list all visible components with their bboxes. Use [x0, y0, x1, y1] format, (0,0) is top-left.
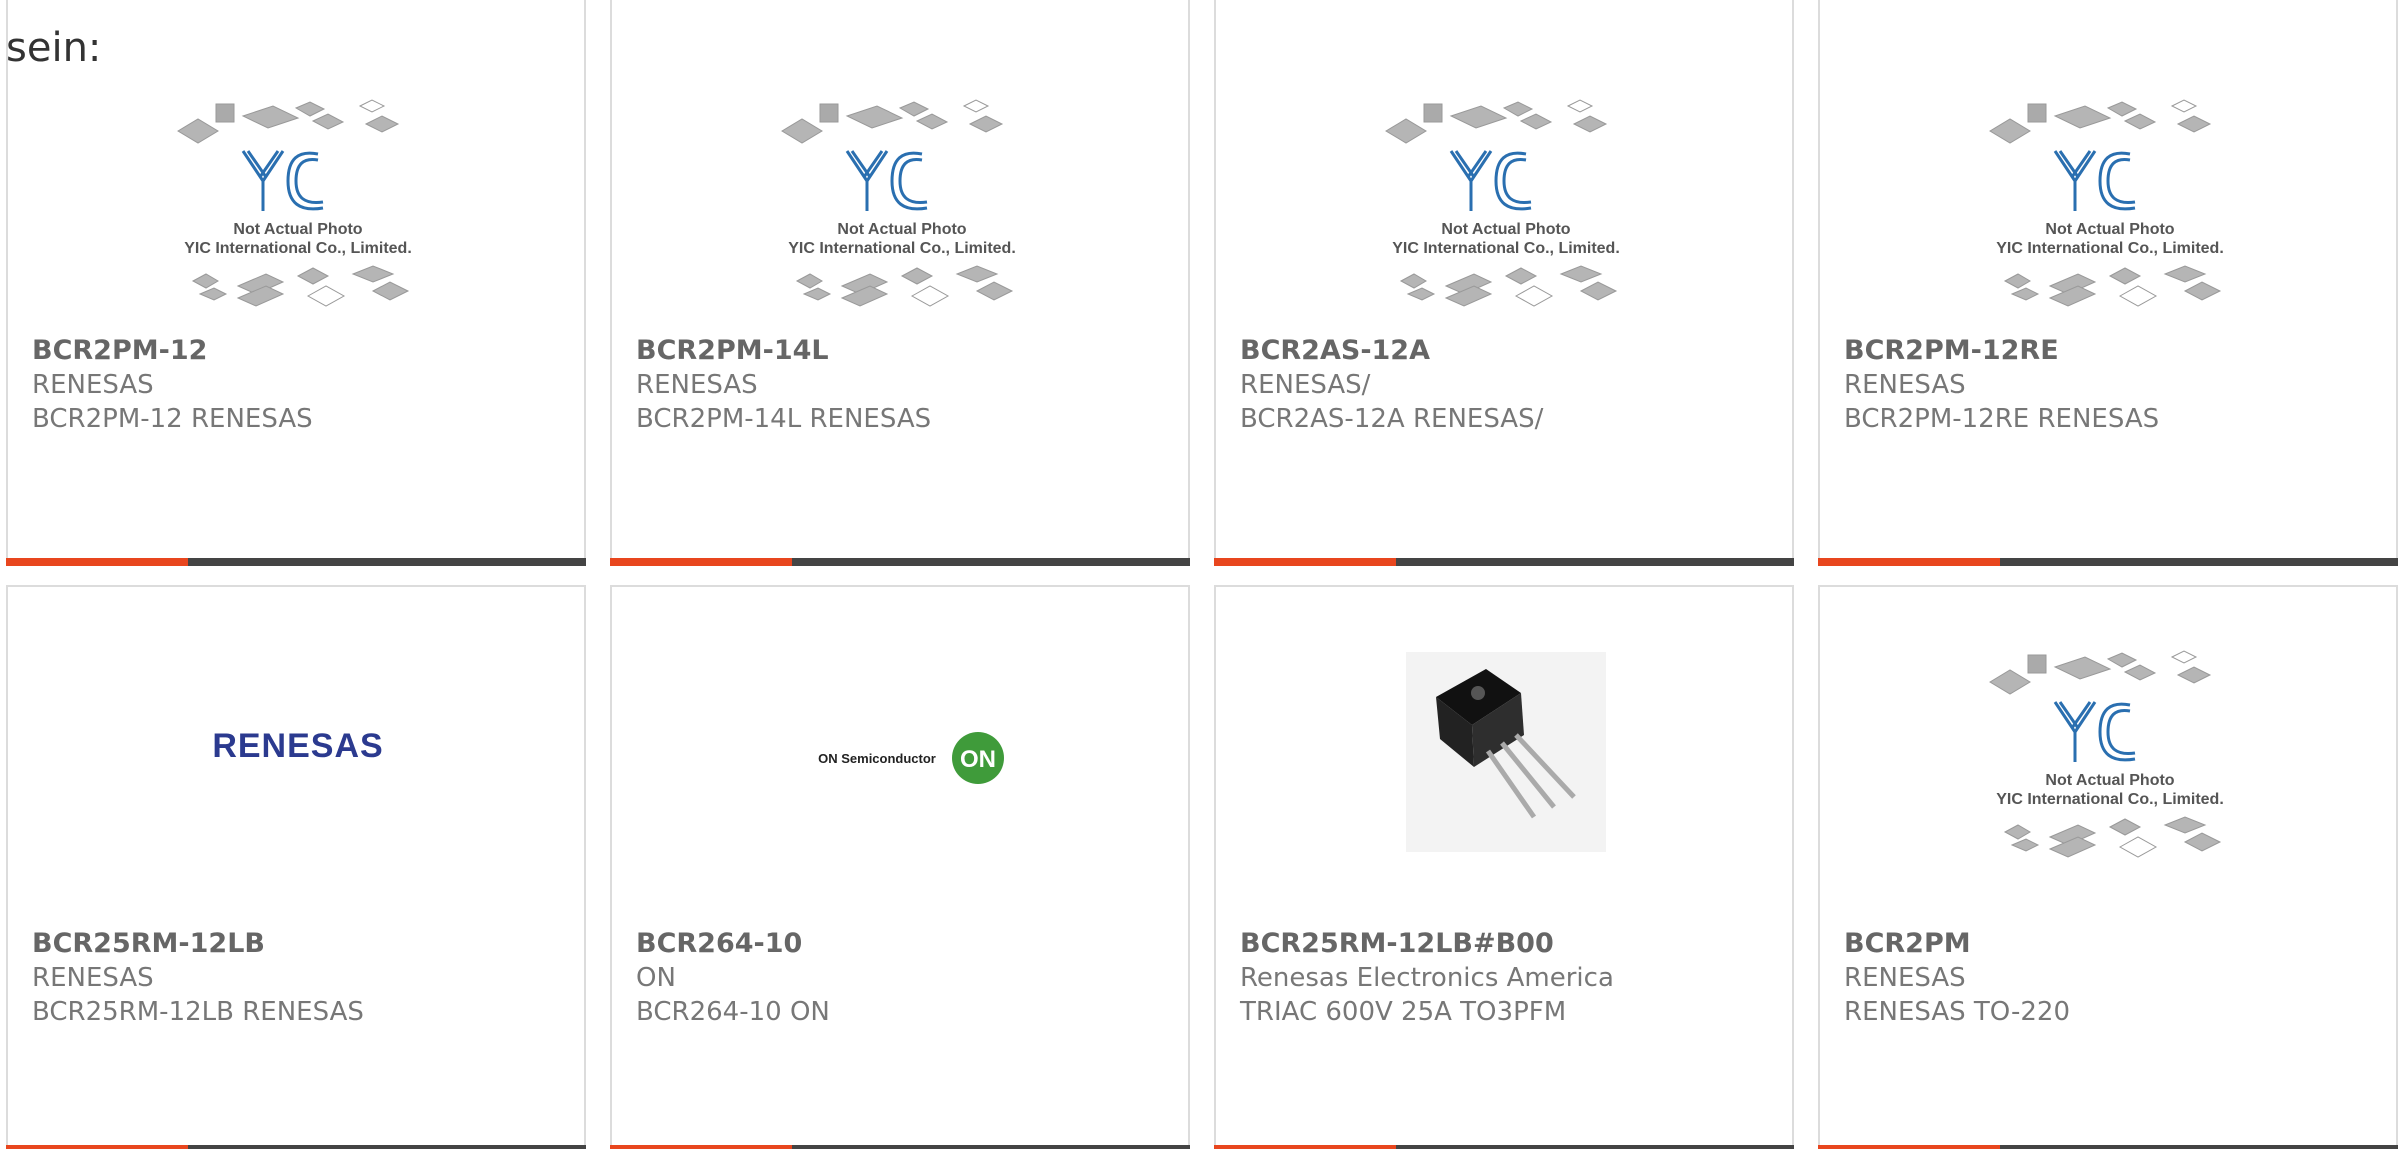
manufacturer: RENESAS: [32, 370, 154, 400]
manufacturer: RENESAS: [636, 370, 758, 400]
manufacturer: RENESAS/: [1240, 370, 1371, 400]
product-info: BCR2PM RENESAS RENESAS TO-220: [1844, 927, 2386, 1029]
description: RENESAS TO-220: [1844, 997, 2070, 1027]
part-number-link[interactable]: BCR25RM-12LB: [32, 927, 574, 961]
description: TRIAC 600V 25A TO3PFM: [1240, 997, 1567, 1027]
part-number-link[interactable]: BCR25RM-12LB#B00: [1240, 927, 1782, 961]
placeholder-line2: YIC International Co., Limited.: [1996, 240, 2224, 257]
card-stripe: [1818, 558, 2398, 566]
on-semi-logo-text: ON Semiconductor: [818, 751, 936, 766]
description: BCR2PM-14L RENESAS: [636, 404, 932, 434]
manufacturer: RENESAS: [1844, 370, 1966, 400]
description: BCR2PM-12 RENESAS: [32, 404, 313, 434]
part-number-link[interactable]: BCR2AS-12A: [1240, 334, 1782, 368]
placeholder-line1: Not Actual Photo: [837, 221, 966, 238]
product-info: BCR25RM-12LB RENESAS BCR25RM-12LB RENESA…: [32, 927, 574, 1029]
description: BCR2AS-12A RENESAS/: [1240, 404, 1544, 434]
placeholder-line2: YIC International Co., Limited.: [1392, 240, 1620, 257]
placeholder-line2: YIC International Co., Limited.: [184, 240, 412, 257]
yic-placeholder-image[interactable]: Not Actual Photo YIC International Co., …: [1960, 76, 2260, 336]
description: BCR25RM-12LB RENESAS: [32, 997, 364, 1027]
to3p-package-photo[interactable]: [1356, 627, 1656, 887]
placeholder-line1: Not Actual Photo: [2045, 772, 2174, 789]
yic-placeholder-image[interactable]: Not Actual Photo YIC International Co., …: [752, 76, 1052, 336]
product-info: BCR2AS-12A RENESAS/ BCR2AS-12A RENESAS/: [1240, 334, 1782, 436]
product-info: BCR2PM-12 RENESAS BCR2PM-12 RENESAS: [32, 334, 574, 436]
card-stripe: [1214, 558, 1794, 566]
product-card[interactable]: BCR25RM-12LB#B00 Renesas Electronics Ame…: [1214, 585, 1794, 1149]
placeholder-line2: YIC International Co., Limited.: [788, 240, 1016, 257]
part-number-link[interactable]: BCR2PM: [1844, 927, 2386, 961]
description: BCR264-10 ON: [636, 997, 830, 1027]
yic-placeholder-image[interactable]: Not Actual Photo YIC International Co., …: [148, 76, 448, 336]
card-stripe: [610, 558, 1190, 566]
product-card[interactable]: ON Semiconductor ON BCR264-10 ON BCR264-…: [610, 585, 1190, 1149]
manufacturer: ON: [636, 963, 676, 993]
placeholder-line1: Not Actual Photo: [1441, 221, 1570, 238]
product-grid-page: sein: Not Actual Photo YIC International…: [0, 0, 2400, 1149]
renesas-logo[interactable]: RENESAS: [148, 627, 448, 887]
manufacturer: RENESAS: [32, 963, 154, 993]
intro-text: sein:: [6, 25, 102, 71]
manufacturer: RENESAS: [1844, 963, 1966, 993]
placeholder-line2: YIC International Co., Limited.: [1996, 791, 2224, 808]
part-number-link[interactable]: BCR2PM-14L: [636, 334, 1178, 368]
renesas-logo-text: RENESAS: [212, 727, 383, 765]
yic-placeholder-image[interactable]: Not Actual Photo YIC International Co., …: [1356, 76, 1656, 336]
product-card[interactable]: Not Actual Photo YIC International Co., …: [610, 0, 1190, 566]
product-info: BCR2PM-12RE RENESAS BCR2PM-12RE RENESAS: [1844, 334, 2386, 436]
card-stripe: [1818, 1145, 2398, 1149]
product-card[interactable]: Not Actual Photo YIC International Co., …: [1818, 0, 2398, 566]
on-semi-logo[interactable]: ON Semiconductor ON: [752, 627, 1052, 887]
card-stripe: [610, 1145, 1190, 1149]
product-card[interactable]: Not Actual Photo YIC International Co., …: [1818, 585, 2398, 1149]
card-stripe: [6, 1145, 586, 1149]
product-card[interactable]: Not Actual Photo YIC International Co., …: [1214, 0, 1794, 566]
product-card[interactable]: RENESAS BCR25RM-12LB RENESAS BCR25RM-12L…: [6, 585, 586, 1149]
manufacturer: Renesas Electronics America: [1240, 963, 1614, 993]
card-stripe: [1214, 1145, 1794, 1149]
card-stripe: [6, 558, 586, 566]
part-number-link[interactable]: BCR264-10: [636, 927, 1178, 961]
yic-placeholder-image[interactable]: Not Actual Photo YIC International Co., …: [1960, 627, 2260, 887]
placeholder-line1: Not Actual Photo: [233, 221, 362, 238]
product-info: BCR264-10 ON BCR264-10 ON: [636, 927, 1178, 1029]
on-badge-text: ON: [960, 746, 996, 773]
part-number-link[interactable]: BCR2PM-12: [32, 334, 574, 368]
description: BCR2PM-12RE RENESAS: [1844, 404, 2160, 434]
placeholder-line1: Not Actual Photo: [2045, 221, 2174, 238]
product-info: BCR25RM-12LB#B00 Renesas Electronics Ame…: [1240, 927, 1782, 1029]
product-card[interactable]: Not Actual Photo YIC International Co., …: [6, 0, 586, 566]
part-number-link[interactable]: BCR2PM-12RE: [1844, 334, 2386, 368]
product-info: BCR2PM-14L RENESAS BCR2PM-14L RENESAS: [636, 334, 1178, 436]
